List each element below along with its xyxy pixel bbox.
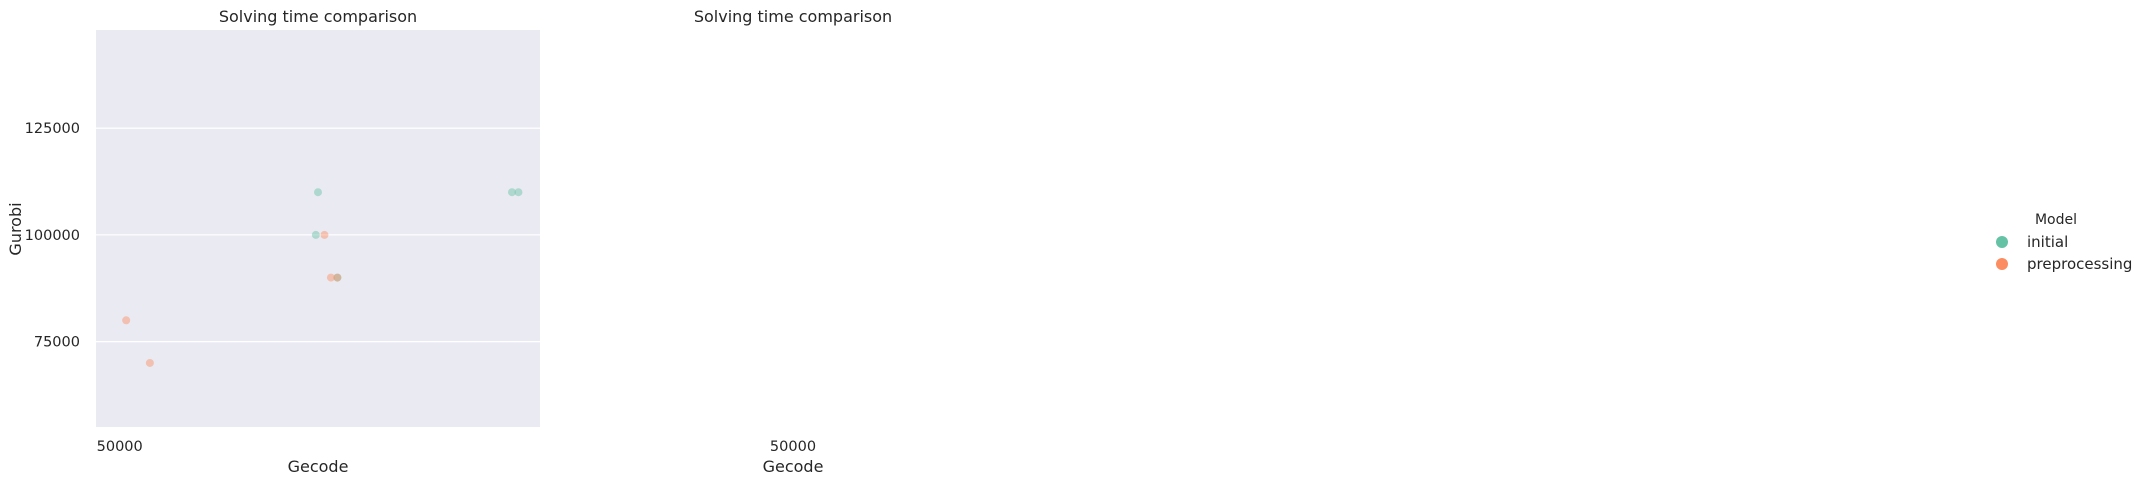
y-axis-label: Gurobi	[6, 202, 25, 255]
data-point-initial	[514, 188, 523, 197]
legend-title: Model	[2035, 212, 2077, 228]
data-point-preprocessing	[122, 316, 131, 325]
data-point-initial	[311, 230, 320, 239]
figure: 75000 100000 125000 50000 Solving time com…	[6, 7, 2132, 476]
x-tick-label: 50000	[97, 439, 143, 455]
legend-marker-initial	[1996, 236, 2008, 248]
chart-title: Solving time comparison	[219, 7, 417, 26]
y-tick-labels: 75000 100000 125000	[25, 121, 80, 350]
legend-label-preprocessing: preprocessing	[2027, 255, 2132, 273]
y-tick-label: 100000	[25, 228, 80, 244]
y-tick-label: 75000	[34, 335, 80, 351]
x-axis-label-right: Gecode	[763, 457, 824, 476]
y-tick-label: 125000	[25, 121, 80, 137]
x-tick-label-right: 50000	[770, 439, 816, 455]
x-axis-label: Gecode	[288, 457, 349, 476]
data-point-initial	[314, 188, 322, 197]
legend: Model initial preprocessing	[1996, 212, 2132, 273]
x-tick-labels: 50000	[97, 439, 143, 455]
legend-marker-preprocessing	[1996, 258, 2008, 270]
data-point-preprocessing	[320, 230, 329, 239]
data-point-preprocessing	[145, 358, 154, 367]
left-panel: 75000 100000 125000 50000 Solving time com…	[6, 7, 540, 476]
plot-area	[96, 30, 540, 427]
right-panel: Solving time comparison 50000 Gecode	[694, 7, 892, 476]
chart-title-right: Solving time comparison	[694, 7, 892, 26]
data-point-preprocessing	[333, 273, 342, 282]
legend-label-initial: initial	[2027, 233, 2068, 251]
